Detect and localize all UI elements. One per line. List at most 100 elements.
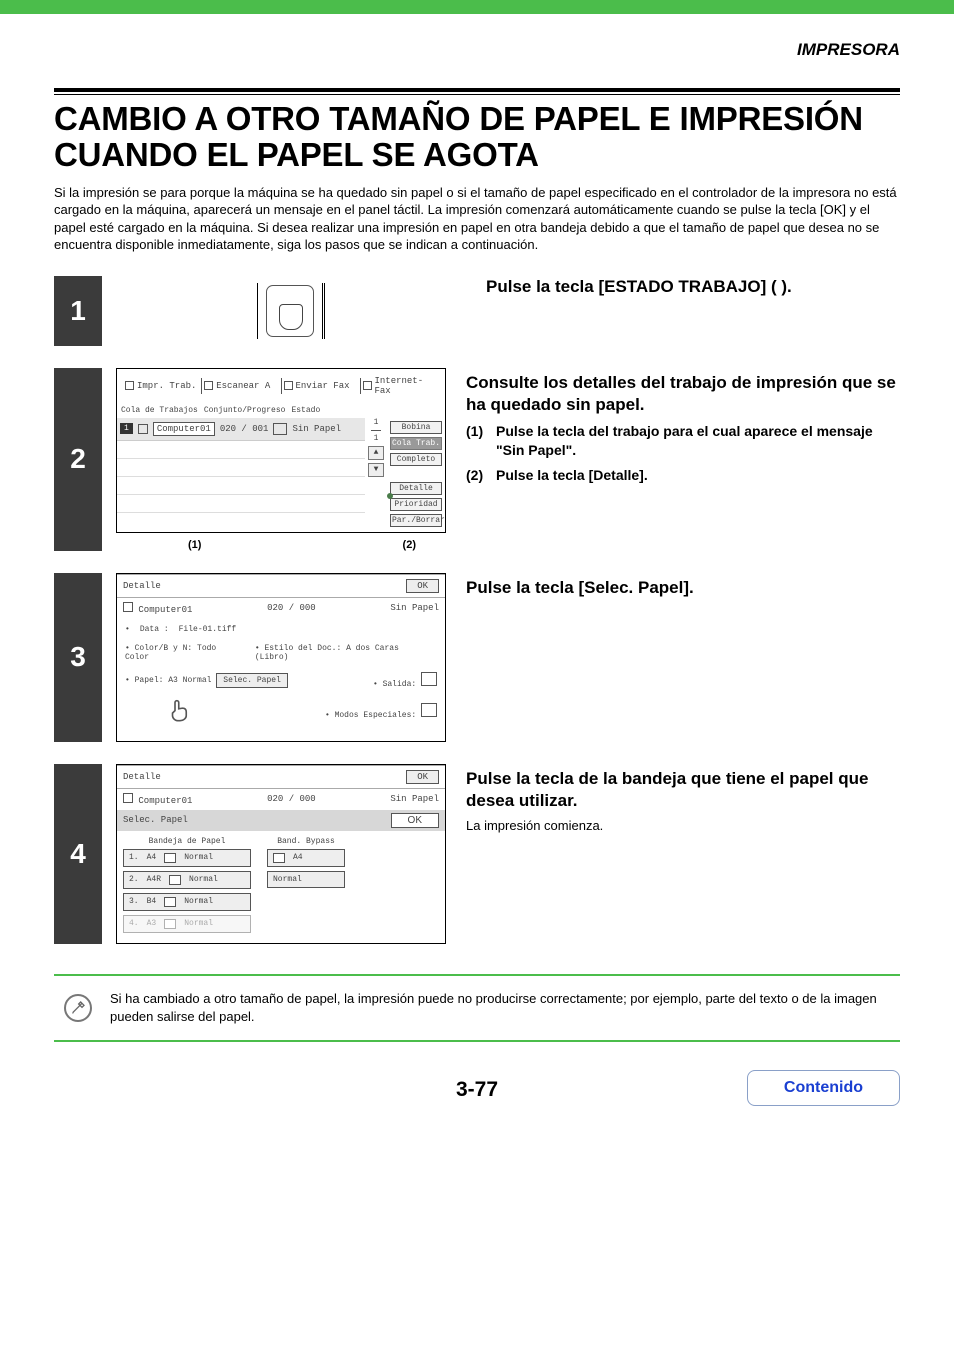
paper-label: Papel: bbox=[135, 676, 164, 685]
select-paper-panel: Detalle OK Computer01 020 / 000 Sin Pape… bbox=[116, 764, 446, 944]
step-number-3: 3 bbox=[54, 573, 102, 742]
fax-icon bbox=[284, 381, 293, 390]
tab-print-job[interactable]: Impr. Trab. bbox=[123, 378, 202, 394]
bypass-column-title: Band. Bypass bbox=[267, 837, 345, 846]
tab-scan-to[interactable]: Escanear A bbox=[202, 378, 281, 394]
bypass-size: A4 bbox=[293, 853, 303, 862]
bypass-type: Normal bbox=[273, 875, 302, 884]
pc-icon bbox=[123, 602, 133, 612]
pc-icon bbox=[138, 424, 148, 434]
tab-label: Enviar Fax bbox=[296, 381, 350, 391]
scroll-up-icon[interactable]: ▲ bbox=[368, 446, 384, 460]
paper-empty-icon bbox=[273, 423, 287, 435]
scroll-pos-bot: 1 bbox=[374, 434, 379, 443]
scan-icon bbox=[204, 381, 213, 390]
page-title: CAMBIO A OTRO TAMAÑO DE PAPEL E IMPRESIÓ… bbox=[54, 101, 900, 174]
callout-2: (2) bbox=[403, 539, 416, 551]
ok-button[interactable]: OK bbox=[406, 579, 439, 593]
job-queue-button[interactable]: Cola Trab. bbox=[390, 437, 442, 450]
title-rule bbox=[54, 88, 900, 95]
ok-button[interactable]: OK bbox=[391, 813, 439, 828]
tab-internet-fax[interactable]: Internet-Fax bbox=[361, 373, 439, 399]
step2-heading: Consulte los detalles del trabajo de imp… bbox=[466, 372, 900, 416]
contents-button[interactable]: Contenido bbox=[747, 1070, 900, 1106]
tray-icon bbox=[164, 919, 176, 929]
job-status-panel: Impr. Trab. Escanear A Enviar Fax Intern… bbox=[116, 368, 446, 533]
output-tray-icon bbox=[421, 672, 437, 686]
tray-icon bbox=[164, 853, 176, 863]
bypass-size-button[interactable]: A4 bbox=[267, 849, 345, 867]
printer-icon bbox=[125, 381, 134, 390]
note-icon bbox=[64, 994, 92, 1022]
tray-icon bbox=[164, 897, 176, 907]
top-green-bar bbox=[0, 0, 954, 14]
priority-button[interactable]: Prioridad bbox=[390, 498, 442, 511]
select-paper-button[interactable]: Selec. Papel bbox=[216, 673, 288, 688]
detail-progress: 020 / 000 bbox=[267, 794, 316, 804]
detail-title: Detalle bbox=[123, 772, 161, 782]
tray-1-button[interactable]: 1. A4 Normal bbox=[123, 849, 251, 867]
spool-button[interactable]: Bobina bbox=[390, 421, 442, 434]
tray-size: A4R bbox=[147, 875, 161, 884]
col-queue: Cola de Trabajos bbox=[121, 406, 198, 415]
step1-heading: Pulse la tecla [ESTADO TRABAJO] ( ). bbox=[486, 276, 900, 298]
ok-button[interactable]: OK bbox=[406, 770, 439, 784]
data-value: File-01.tiff bbox=[179, 625, 237, 634]
stop-delete-button[interactable]: Par./Borrar bbox=[390, 514, 442, 527]
color-label: Color/B y N: bbox=[135, 644, 193, 653]
bypass-icon bbox=[273, 853, 285, 863]
tray-type: Normal bbox=[184, 853, 213, 862]
step4-body: La impresión comienza. bbox=[466, 818, 900, 833]
job-progress: 020 / 001 bbox=[220, 424, 269, 434]
tray-size: A3 bbox=[147, 919, 157, 928]
detail-job: Computer01 bbox=[138, 796, 192, 806]
substep-2-text: Pulse la tecla [Detalle]. bbox=[496, 466, 900, 485]
bypass-type-button[interactable]: Normal bbox=[267, 871, 345, 888]
job-row[interactable]: 1 Computer01 020 / 001 Sin Papel bbox=[117, 418, 365, 441]
tray-3-button[interactable]: 3. B4 Normal bbox=[123, 893, 251, 911]
tray-2-button[interactable]: 2. A4R Normal bbox=[123, 871, 251, 889]
output-label: Salida: bbox=[383, 680, 417, 689]
tray-size: A4 bbox=[147, 853, 157, 862]
col-progress: Conjunto/Progreso bbox=[204, 406, 286, 415]
tray-icon bbox=[169, 875, 181, 885]
step4-heading: Pulse la tecla de la bandeja que tiene e… bbox=[466, 768, 900, 812]
hand-icon bbox=[266, 285, 314, 337]
tray-slot: 3. bbox=[129, 897, 139, 906]
pc-icon bbox=[123, 793, 133, 803]
job-index: 1 bbox=[120, 423, 133, 434]
col-status: Estado bbox=[291, 406, 320, 415]
scroll-pos-top: 1 bbox=[374, 418, 379, 427]
substep-2-label: (2) bbox=[466, 466, 496, 485]
scroll-down-icon[interactable]: ▼ bbox=[368, 463, 384, 477]
tab-label: Impr. Trab. bbox=[137, 381, 196, 391]
style-label: Estilo del Doc.: bbox=[264, 644, 341, 653]
detail-panel: Detalle OK Computer01 020 / 000 Sin Pape… bbox=[116, 573, 446, 742]
page-number: 3-77 bbox=[456, 1078, 498, 1102]
note-text: Si ha cambiado a otro tamaño de papel, l… bbox=[110, 990, 890, 1026]
intro-paragraph: Si la impresión se para porque la máquin… bbox=[54, 184, 900, 254]
substep-1-label: (1) bbox=[466, 422, 496, 460]
step-number-1: 1 bbox=[54, 276, 102, 346]
select-paper-title: Selec. Papel bbox=[123, 815, 188, 825]
job-name: Computer01 bbox=[153, 422, 215, 436]
special-modes-icon bbox=[421, 703, 437, 717]
step-number-4: 4 bbox=[54, 764, 102, 944]
tray-type: Normal bbox=[184, 919, 213, 928]
paper-value: A3 Normal bbox=[168, 676, 211, 685]
step3-heading: Pulse la tecla [Selec. Papel]. bbox=[466, 577, 900, 599]
tray-type: Normal bbox=[189, 875, 218, 884]
data-label: Data : bbox=[140, 625, 169, 634]
tray-size: B4 bbox=[147, 897, 157, 906]
tab-send-fax[interactable]: Enviar Fax bbox=[282, 378, 361, 394]
modes-label: Modos Especiales: bbox=[335, 711, 417, 720]
hand-cursor-icon bbox=[165, 695, 195, 725]
callout-1: (1) bbox=[188, 539, 201, 551]
tab-label: Internet-Fax bbox=[375, 376, 438, 396]
complete-button[interactable]: Completo bbox=[390, 453, 442, 466]
callout-dot bbox=[387, 493, 393, 499]
detail-button[interactable]: Detalle bbox=[390, 482, 442, 495]
tray-column-title: Bandeja de Papel bbox=[123, 837, 251, 846]
tray-slot: 2. bbox=[129, 875, 139, 884]
note-box: Si ha cambiado a otro tamaño de papel, l… bbox=[54, 974, 900, 1042]
